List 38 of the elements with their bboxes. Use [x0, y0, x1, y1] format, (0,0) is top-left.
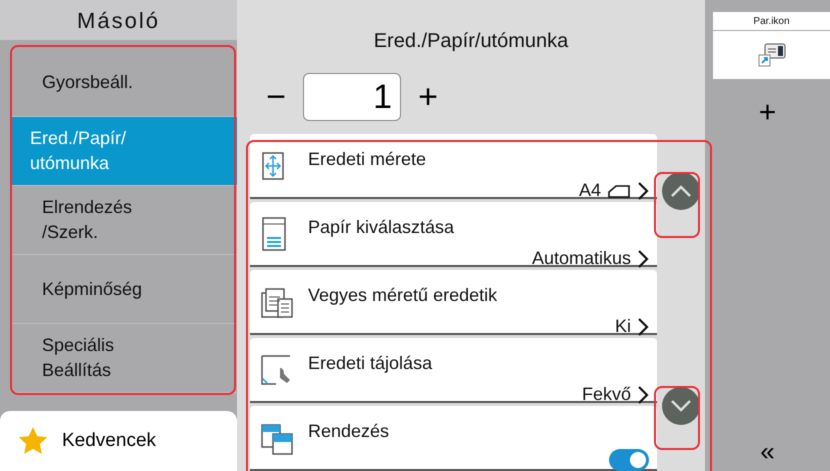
chevron-down-icon: [670, 399, 692, 413]
toggle-switch[interactable]: [609, 449, 649, 471]
setting-row[interactable]: Rendezés: [250, 406, 657, 471]
star-icon: [18, 427, 48, 455]
collapse-button[interactable]: «: [754, 437, 781, 465]
setting-value: Fekvő: [582, 383, 631, 406]
chevron-right-icon: [637, 248, 649, 268]
screen-title: Ered./Papír/utómunka: [374, 28, 568, 54]
plus-button[interactable]: +: [407, 80, 449, 114]
minus-button[interactable]: −: [255, 80, 297, 114]
setting-label: Papír kiválasztása: [308, 216, 456, 239]
setting-label: Eredeti tájolása: [308, 352, 434, 375]
add-button[interactable]: +: [752, 97, 782, 129]
chevron-up-icon: [670, 184, 692, 198]
chevron-right-icon: [637, 316, 649, 336]
scroll-up-button[interactable]: [662, 172, 700, 210]
setting-label: Eredeti mérete: [308, 148, 428, 171]
resize-icon: [260, 150, 286, 180]
setting-row[interactable]: Eredeti tájolása Fekvő: [250, 338, 657, 403]
favorites-button[interactable]: Kedvencek: [0, 411, 237, 471]
setting-row[interactable]: Vegyes méretű eredetik Ki: [250, 270, 657, 335]
chevron-right-icon: [637, 180, 649, 200]
app-title: Másoló: [77, 6, 160, 34]
landscape-page-icon: [607, 182, 631, 198]
shortcut-card-icon: [756, 42, 786, 68]
setting-value: A4: [578, 179, 601, 202]
setting-label: Vegyes méretű eredetik: [308, 284, 498, 307]
chevron-right-icon: [637, 384, 649, 404]
copies-field[interactable]: 1: [303, 73, 401, 121]
setting-value: Ki: [614, 315, 631, 338]
shortcut-button[interactable]: [713, 31, 830, 79]
scroll-down-button[interactable]: [662, 387, 700, 425]
setting-row[interactable]: Eredeti mérete A4: [250, 134, 657, 199]
setting-label: Rendezés: [308, 420, 390, 443]
paper-icon: [260, 216, 286, 252]
setting-row[interactable]: Papír kiválasztása Automatikus: [250, 202, 657, 267]
setting-value: Automatikus: [532, 247, 631, 270]
shortcut-tab[interactable]: Par.ikon: [713, 12, 830, 31]
